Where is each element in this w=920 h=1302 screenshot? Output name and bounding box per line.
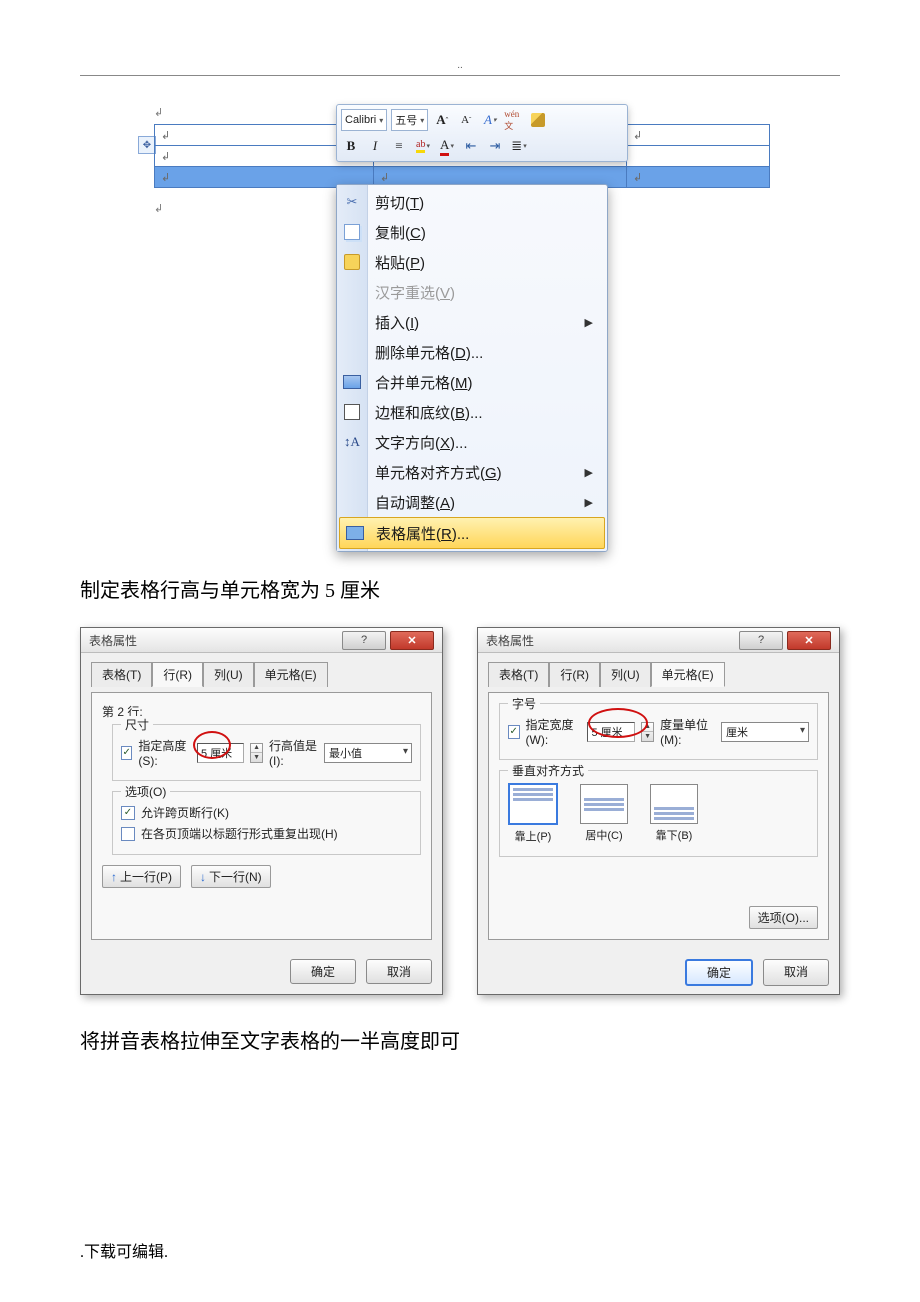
highlight-button[interactable]: ab▾ [413,136,433,156]
instruction-text-2: 将拼音表格拉伸至文字表格的一半高度即可 [80,1025,840,1054]
table-properties-dialog-cell: 表格属性 ? ✕ 表格(T) 行(R) 列(U) 单元格(E) 字号 ✓ [477,627,840,995]
grow-font-button[interactable]: Aˆ [432,110,452,130]
table-properties-icon [346,524,364,542]
specify-width-checkbox[interactable]: ✓ [508,725,520,739]
ok-button[interactable]: 确定 [685,959,753,986]
cancel-button[interactable]: 取消 [366,959,432,984]
submenu-arrow-icon: ▶ [585,316,593,329]
valign-center-option[interactable]: 居中(C) [580,784,628,843]
unit-label: 度量单位(M): [660,716,715,747]
allow-break-checkbox[interactable]: ✓ [121,806,135,820]
close-button[interactable]: ✕ [390,631,434,650]
valign-top-option[interactable]: 靠上(P) [508,783,558,844]
row-height-is-label: 行高值是(I): [269,737,318,768]
increase-indent-button[interactable]: ⇥ [485,136,505,156]
size-group-label: 尺寸 [121,716,153,733]
page-header-mark: .. [80,60,840,71]
tab-column[interactable]: 列(U) [203,662,254,687]
tab-cell[interactable]: 单元格(E) [651,662,725,687]
next-row-button[interactable]: ↓下一行(N) [191,865,271,888]
help-button[interactable]: ? [342,631,386,650]
text-direction-icon: ↕A [343,433,361,451]
tab-row[interactable]: 行(R) [549,662,600,687]
menu-paste[interactable]: 粘贴(P) [337,247,607,277]
paragraph-mark: ↲ [154,106,163,119]
menu-delete-cells[interactable]: 删除单元格(D)... [337,337,607,367]
menu-table-properties[interactable]: 表格属性(R)... [339,517,605,549]
unit-select[interactable]: 厘米 [721,722,809,742]
cut-icon: ✂ [343,193,361,211]
menu-autofit[interactable]: 自动调整(A)▶ [337,487,607,517]
merge-cells-icon [343,373,361,391]
decrease-indent-button[interactable]: ⇤ [461,136,481,156]
font-size-dropdown[interactable]: 五号▾ [391,109,428,131]
dialog-tabs: 表格(T) 行(R) 列(U) 单元格(E) [488,661,829,686]
paragraph-mark: ↲ [154,202,163,215]
specify-width-label: 指定宽度(W): [526,716,582,747]
font-name-dropdown[interactable]: Calibri▾ [341,109,387,131]
italic-button[interactable]: I [365,136,385,156]
copy-icon [343,223,361,241]
justify-button[interactable]: ≡ [389,136,409,156]
close-button[interactable]: ✕ [787,631,831,650]
menu-insert[interactable]: 插入(I)▶ [337,307,607,337]
specify-height-label: 指定高度(S): [138,737,191,768]
row-height-spinner[interactable]: ▲▼ [250,743,263,763]
table-properties-dialog-row: 表格属性 ? ✕ 表格(T) 行(R) 列(U) 单元格(E) 第 2 行: 尺… [80,627,443,995]
repeat-header-label: 在各页顶端以标题行形式重复出现(H) [141,825,338,842]
cell-options-button[interactable]: 选项(O)... [749,906,818,929]
ok-button[interactable]: 确定 [290,959,356,984]
repeat-header-checkbox[interactable] [121,827,135,841]
tab-cell[interactable]: 单元格(E) [254,662,328,687]
tab-table[interactable]: 表格(T) [488,662,549,687]
instruction-text-1: 制定表格行高与单元格宽为 5 厘米 [80,574,840,603]
menu-ime-reconvert: 汉字重选(V) [337,277,607,307]
dialog-titlebar[interactable]: 表格属性 ? ✕ [478,628,839,653]
dialog-title: 表格属性 [89,632,137,649]
row-height-type-select[interactable]: 最小值 [324,743,412,763]
dialog-titlebar[interactable]: 表格属性 ? ✕ [81,628,442,653]
paste-icon [343,253,361,271]
tab-row[interactable]: 行(R) [152,662,203,687]
tab-column[interactable]: 列(U) [600,662,651,687]
options-group-label: 选项(O) [121,783,170,800]
prev-row-button[interactable]: ↑上一行(P) [102,865,181,888]
row-height-input[interactable]: 5 厘米 [197,743,244,763]
context-menu: ✂剪切(T) 复制(C) 粘贴(P) 汉字重选(V) 插入(I)▶ 删除单元格(… [336,184,608,552]
word-screenshot-1: ↲ ↲ ✥ ↲↲ ↲ ↲↲↲ Calibri▾ 五号▾ Aˆ Aˇ A▾ wén… [140,104,780,544]
style-button[interactable]: A▾ [480,110,500,130]
shrink-font-button[interactable]: Aˇ [456,110,476,130]
mini-toolbar: Calibri▾ 五号▾ Aˆ Aˇ A▾ wén文 B I ≡ ab▾ A▾ … [336,104,628,162]
submenu-arrow-icon: ▶ [585,496,593,509]
tab-table[interactable]: 表格(T) [91,662,152,687]
valign-group-label: 垂直对齐方式 [508,762,588,779]
cell-width-spinner[interactable]: ▲▼ [641,722,654,742]
dialog-tabs: 表格(T) 行(R) 列(U) 单元格(E) [91,661,432,686]
allow-break-label: 允许跨页断行(K) [141,804,229,821]
menu-borders-shading[interactable]: 边框和底纹(B)... [337,397,607,427]
bold-button[interactable]: B [341,136,361,156]
format-painter-button[interactable] [528,110,548,130]
page-header-rule [80,75,840,76]
list-button[interactable]: ≣▾ [509,136,529,156]
brush-icon [531,113,545,127]
valign-bottom-option[interactable]: 靠下(B) [650,784,698,843]
cell-width-input[interactable]: 5 厘米 [587,722,635,742]
menu-text-direction[interactable]: ↕A文字方向(X)... [337,427,607,457]
menu-merge-cells[interactable]: 合并单元格(M) [337,367,607,397]
menu-copy[interactable]: 复制(C) [337,217,607,247]
menu-cell-alignment[interactable]: 单元格对齐方式(G)▶ [337,457,607,487]
menu-cut[interactable]: ✂剪切(T) [337,187,607,217]
cancel-button[interactable]: 取消 [763,959,829,986]
size-group-label: 字号 [508,695,540,712]
border-icon [343,403,361,421]
help-button[interactable]: ? [739,631,783,650]
dialog-title: 表格属性 [486,632,534,649]
specify-height-checkbox[interactable]: ✓ [121,746,132,760]
page-footer-note: .下载可编辑. [80,1238,168,1262]
phonetic-guide-button[interactable]: wén文 [504,110,524,130]
font-color-button[interactable]: A▾ [437,136,457,156]
submenu-arrow-icon: ▶ [585,466,593,479]
